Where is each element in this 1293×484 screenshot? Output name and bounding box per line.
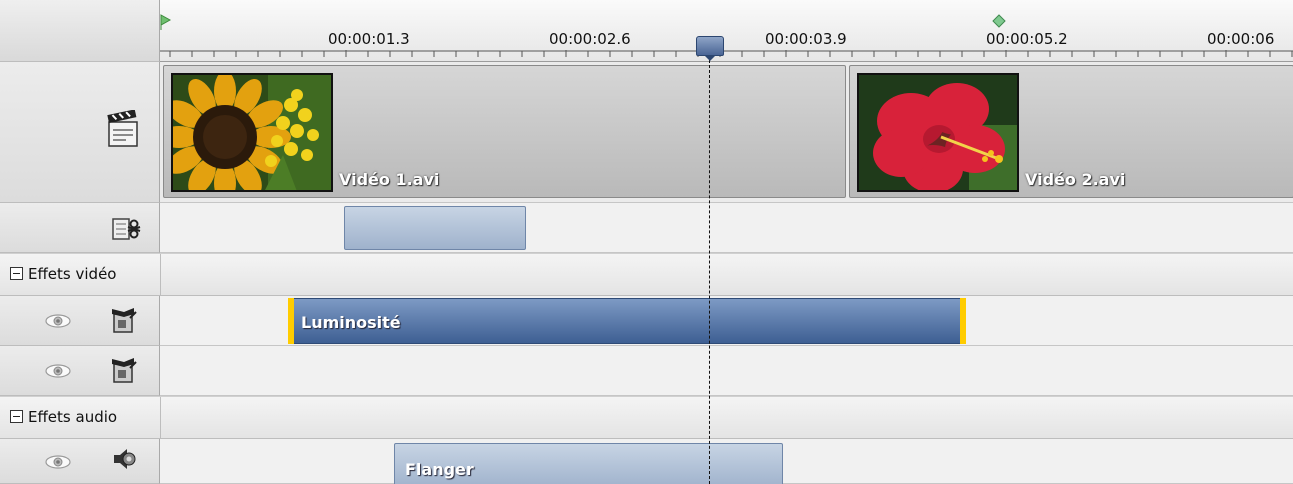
- sunflower-thumbnail: [171, 73, 333, 192]
- video-effect-track-header-1[interactable]: [0, 296, 160, 346]
- ruler-corner: [0, 0, 160, 62]
- video-effect-track-1[interactable]: Luminosité: [160, 296, 1293, 346]
- playhead-handle[interactable]: [696, 36, 724, 61]
- video-effects-group[interactable]: Effets vidéo: [0, 253, 1293, 297]
- audio-track-header[interactable]: [0, 203, 160, 253]
- scissors-film-icon: [112, 218, 141, 240]
- audio-track[interactable]: [160, 203, 1293, 253]
- speaker-effect-icon: [114, 449, 136, 469]
- effect-label: Luminosité: [301, 313, 401, 332]
- video-track-header[interactable]: [0, 62, 160, 203]
- group-title: Effets vidéo: [28, 265, 117, 283]
- clip-name: Vidéo 1.avi: [339, 170, 440, 189]
- effect-wand-icon: [112, 308, 137, 333]
- eye-icon[interactable]: [45, 455, 71, 469]
- ruler-label: 00:00:05.2: [986, 30, 1068, 48]
- effect-label: Flanger: [405, 460, 474, 479]
- group-label[interactable]: Effets audio: [10, 408, 117, 426]
- clip-name: Vidéo 2.avi: [1025, 170, 1126, 189]
- eye-icon[interactable]: [45, 364, 71, 378]
- group-title: Effets audio: [28, 408, 118, 426]
- divider: [160, 254, 161, 297]
- video-clip[interactable]: Vidéo 1.avi: [163, 65, 846, 198]
- ruler-ticks: [160, 50, 1293, 57]
- effect-bar[interactable]: Luminosité: [288, 298, 966, 344]
- eye-icon[interactable]: [45, 314, 71, 328]
- effect-bar[interactable]: Flanger: [394, 443, 783, 484]
- effect-end-handle[interactable]: [960, 298, 966, 344]
- start-marker-icon[interactable]: [160, 14, 172, 30]
- audio-clip[interactable]: [344, 206, 526, 250]
- ruler-label: 00:00:03.9: [765, 30, 847, 48]
- ruler-label: 00:00:02.6: [549, 30, 631, 48]
- playhead-line: [709, 55, 710, 484]
- video-track[interactable]: Vidéo 1.avi Vidéo 2.avi: [160, 62, 1293, 203]
- collapse-icon[interactable]: [10, 410, 23, 423]
- collapse-icon[interactable]: [10, 267, 23, 280]
- effect-wand-icon: [112, 358, 137, 383]
- time-ruler[interactable]: 00:00:01.3 00:00:02.6 00:00:03.9 00:00:0…: [160, 0, 1293, 62]
- video-effect-track-2[interactable]: [160, 346, 1293, 396]
- divider: [160, 397, 161, 440]
- video-effect-track-header-2[interactable]: [0, 346, 160, 396]
- group-label[interactable]: Effets vidéo: [10, 265, 116, 283]
- ruler-label: 00:00:06: [1207, 30, 1275, 48]
- marker-diamond-icon[interactable]: [992, 14, 1006, 28]
- video-clip[interactable]: Vidéo 2.avi: [849, 65, 1293, 198]
- effect-start-handle[interactable]: [288, 298, 294, 344]
- audio-effects-group[interactable]: Effets audio: [0, 396, 1293, 440]
- hibiscus-thumbnail: [857, 73, 1019, 192]
- audio-effect-track-header[interactable]: [0, 439, 160, 484]
- clapperboard-icon: [107, 110, 138, 147]
- timeline-editor: 00:00:01.3 00:00:02.6 00:00:03.9 00:00:0…: [0, 0, 1293, 484]
- audio-effect-track[interactable]: Flanger: [160, 439, 1293, 484]
- ruler-label: 00:00:01.3: [328, 30, 410, 48]
